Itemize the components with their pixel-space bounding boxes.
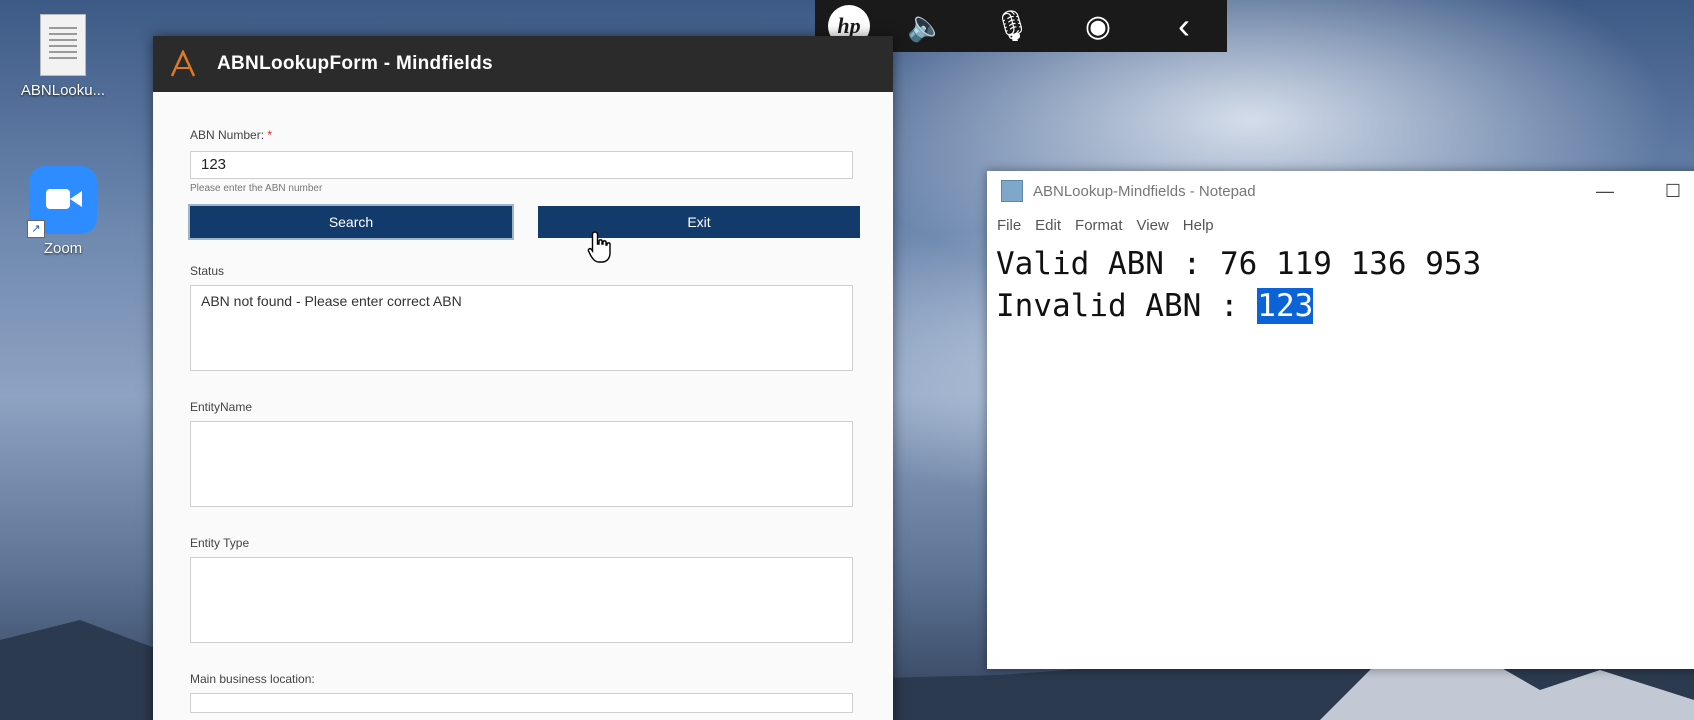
button-row: Search Exit xyxy=(190,206,860,238)
menu-help[interactable]: Help xyxy=(1183,217,1214,234)
entity-name-label: EntityName xyxy=(190,400,253,414)
minimize-icon[interactable]: — xyxy=(1571,181,1639,202)
desktop-icon-zoom[interactable]: ↗ Zoom xyxy=(8,166,118,257)
zoom-app-icon: ↗ xyxy=(27,166,97,238)
menu-file[interactable]: File xyxy=(997,217,1021,234)
notepad-line-1: Valid ABN : 76 119 136 953 xyxy=(996,246,1482,282)
abn-hint: Please enter the ABN number xyxy=(190,183,323,194)
status-textarea[interactable]: ABN not found - Please enter correct ABN xyxy=(190,285,853,371)
hand-cursor-icon xyxy=(587,231,611,263)
desktop-icon-abnlookup-file[interactable]: ABNLooku... xyxy=(8,14,118,99)
menu-edit[interactable]: Edit xyxy=(1035,217,1061,234)
maximize-icon[interactable]: ☐ xyxy=(1639,181,1694,202)
entity-name-textarea[interactable] xyxy=(190,421,853,507)
window-title: ABNLookupForm - Mindfields xyxy=(217,53,493,74)
main-location-textarea[interactable] xyxy=(190,693,853,713)
abn-number-label: ABN Number: * xyxy=(190,128,273,142)
microphone-icon[interactable]: 🎙 xyxy=(982,9,1042,44)
abn-lookup-window: ABNLookupForm - Mindfields ABN Number: *… xyxy=(153,36,893,720)
entity-type-textarea[interactable] xyxy=(190,557,853,643)
desktop: ABNLooku... ↗ Zoom hp 🔈 🎙 ◉ ‹ ABNLookupF… xyxy=(0,0,1694,720)
desktop-icon-label: Zoom xyxy=(43,240,83,257)
status-label: Status xyxy=(190,264,225,278)
speaker-icon[interactable]: 🔈 xyxy=(896,9,956,44)
form-body: ABN Number: * 123 Please enter the ABN n… xyxy=(153,128,893,713)
chevron-left-icon[interactable]: ‹ xyxy=(1154,5,1214,47)
selected-text: 123 xyxy=(1257,288,1314,324)
desktop-icon-label: ABNLooku... xyxy=(20,82,106,99)
notepad-titlebar[interactable]: ABNLookup-Mindfields - Notepad — ☐ xyxy=(987,171,1694,211)
notepad-icon xyxy=(1001,180,1023,202)
notepad-line-2: Invalid ABN : 123 xyxy=(996,288,1314,324)
window-controls: — ☐ xyxy=(1571,181,1694,202)
app-logo-icon xyxy=(170,50,196,77)
main-location-label: Main business location: xyxy=(190,672,315,686)
required-mark: * xyxy=(267,128,273,142)
text-file-icon xyxy=(40,14,86,76)
abn-number-input[interactable]: 123 xyxy=(190,151,853,179)
menu-view[interactable]: View xyxy=(1137,217,1169,234)
shortcut-arrow-icon: ↗ xyxy=(27,220,45,238)
entity-type-label: Entity Type xyxy=(190,536,250,550)
window-titlebar[interactable]: ABNLookupForm - Mindfields xyxy=(153,36,893,92)
search-button[interactable]: Search xyxy=(190,206,512,238)
notepad-menubar: File Edit Format View Help xyxy=(987,211,1694,239)
notepad-text-area[interactable]: Valid ABN : 76 119 136 953 Invalid ABN :… xyxy=(987,239,1694,327)
menu-format[interactable]: Format xyxy=(1075,217,1123,234)
broadcast-icon[interactable]: ◉ xyxy=(1068,9,1128,44)
notepad-title: ABNLookup-Mindfields - Notepad xyxy=(1033,182,1256,200)
notepad-window: ABNLookup-Mindfields - Notepad — ☐ File … xyxy=(987,171,1694,669)
